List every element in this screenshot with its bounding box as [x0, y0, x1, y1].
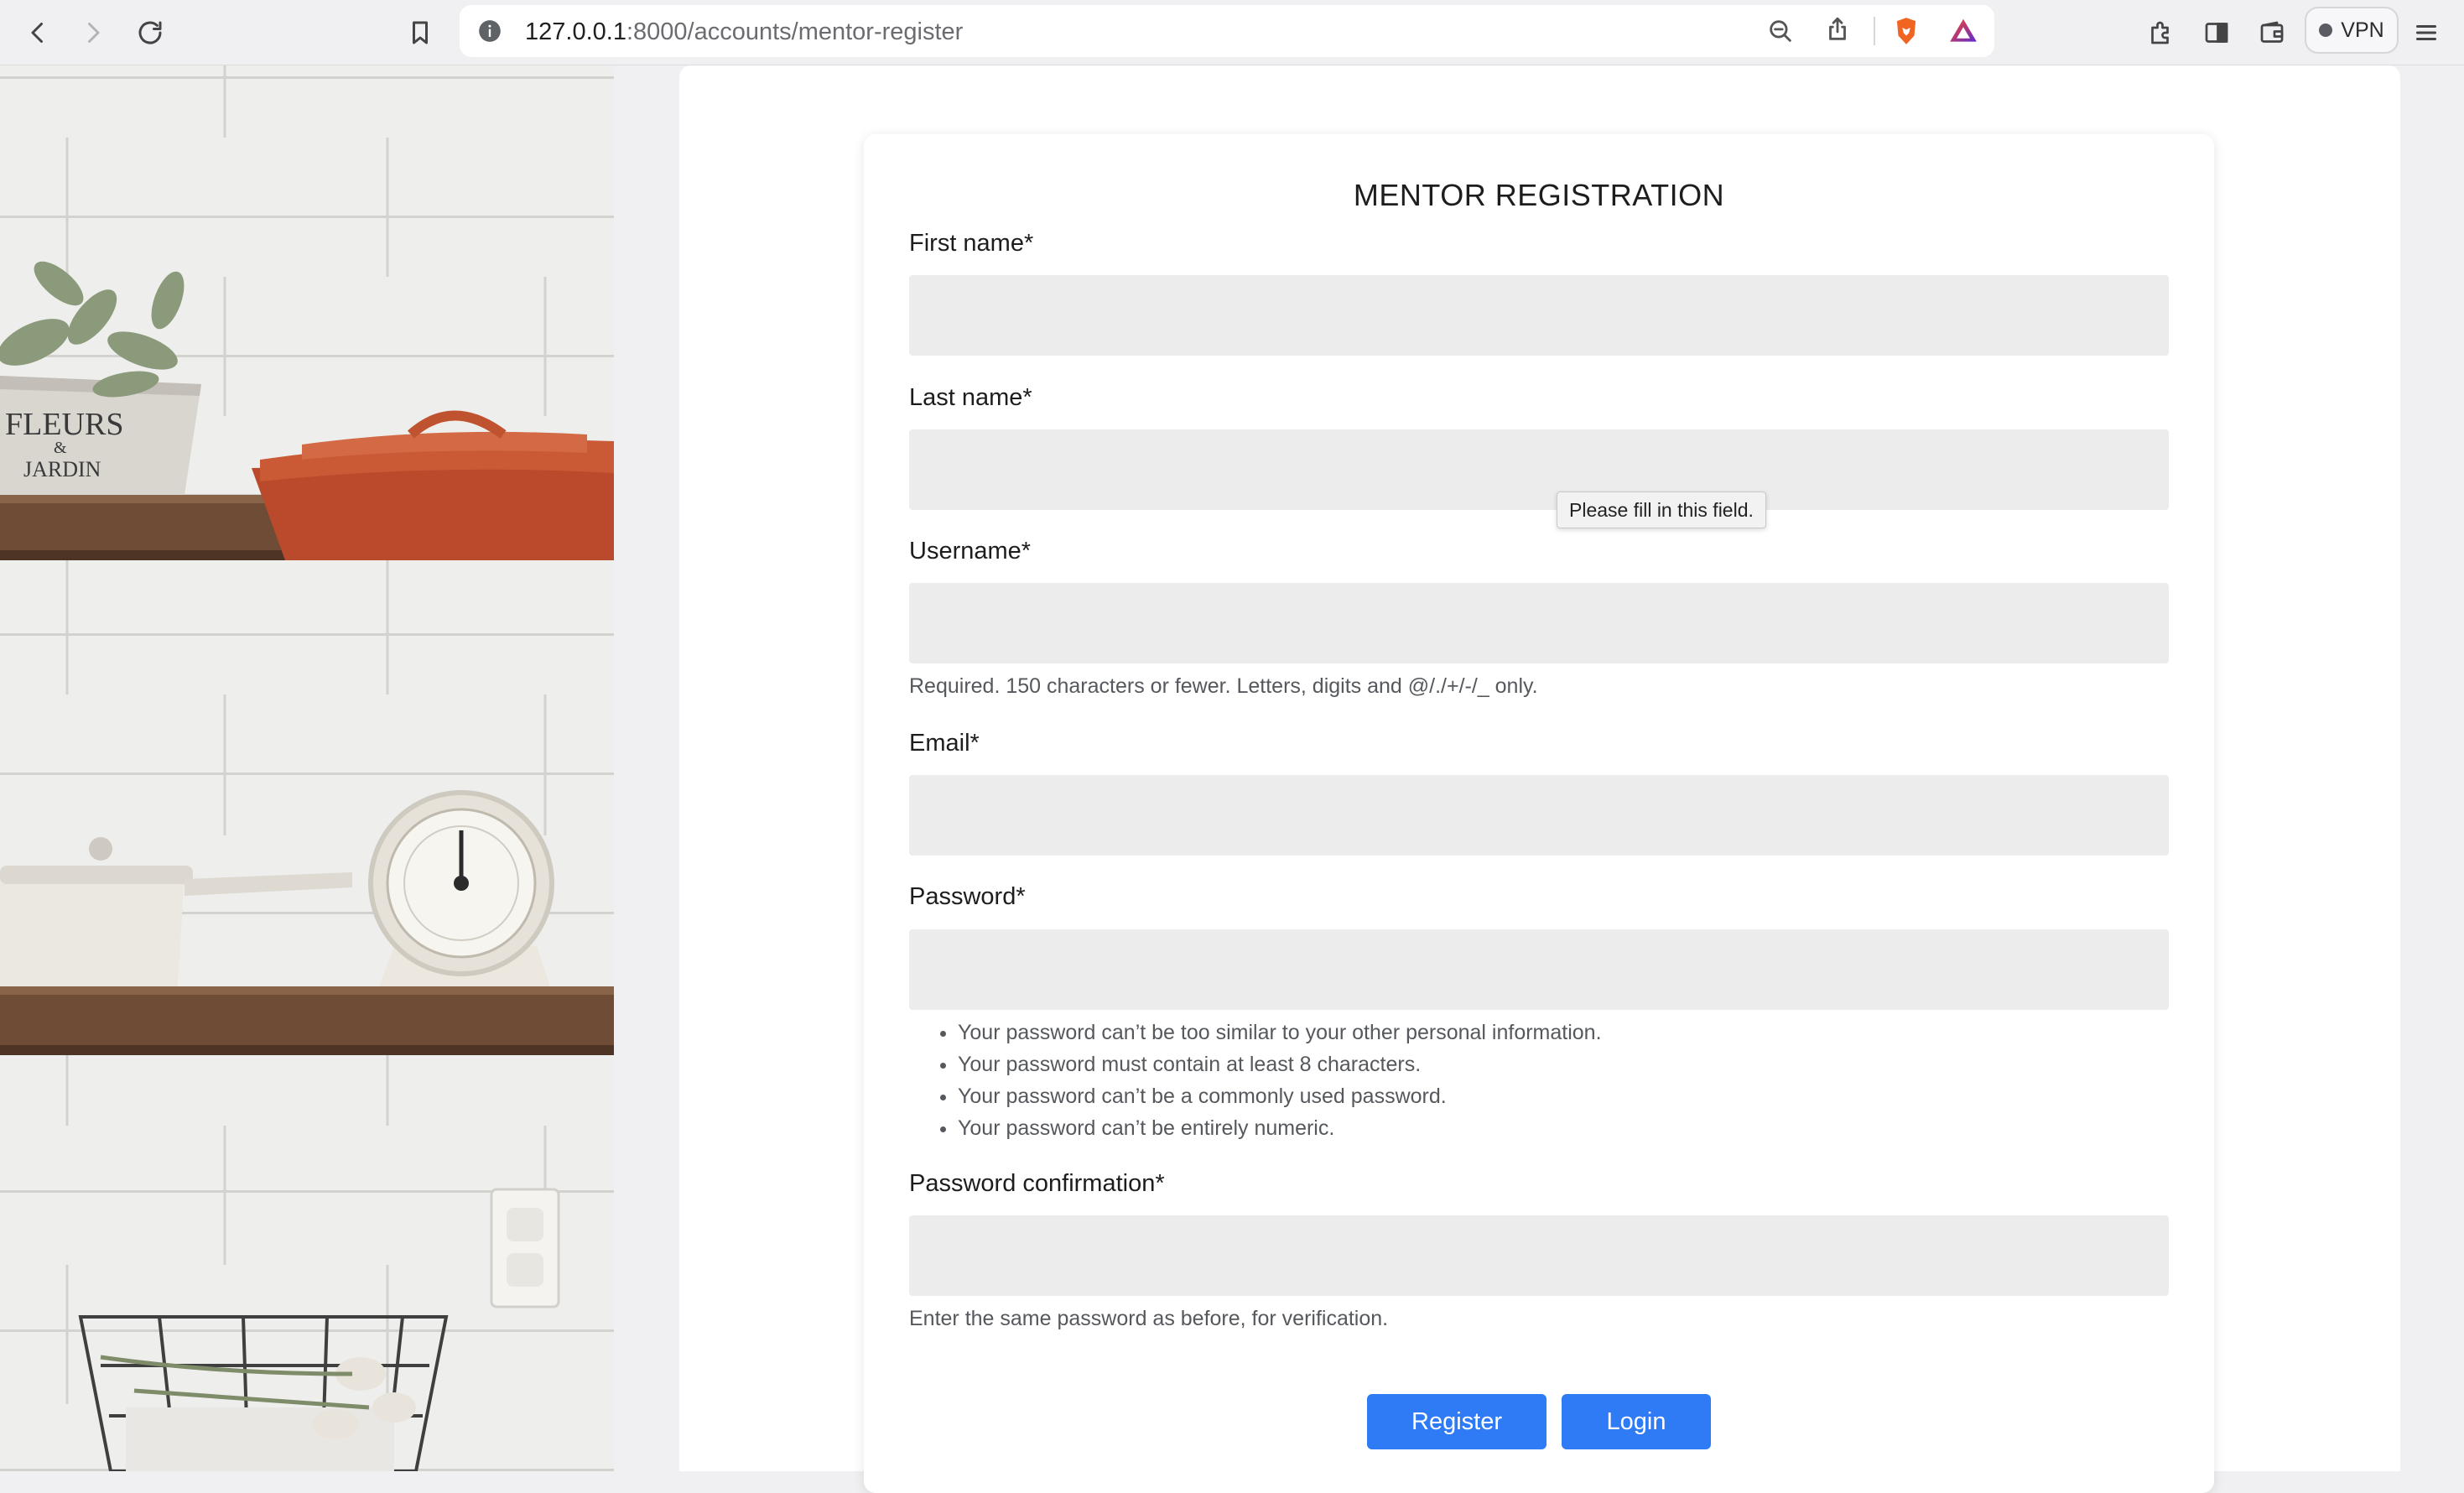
vpn-status-icon	[2319, 23, 2333, 37]
password-rules-list: Your password can’t be too similar to yo…	[909, 1017, 1602, 1144]
validation-tooltip: Please fill in this field.	[1557, 492, 1766, 528]
menu-icon[interactable]	[2405, 12, 2447, 54]
first-name-label: First name*	[909, 230, 1034, 257]
share-icon[interactable]	[1823, 15, 1852, 44]
reload-icon[interactable]	[129, 12, 171, 54]
login-button[interactable]: Login	[1562, 1394, 1711, 1449]
kitchen-shelf-photo: FLEURS & JARDIN	[0, 65, 614, 1471]
username-help-text: Required. 150 characters or fewer. Lette…	[909, 674, 1538, 698]
password-rule: Your password can’t be too similar to yo…	[958, 1017, 1602, 1048]
url-text[interactable]: 127.0.0.1:8000/accounts/mentor-register	[525, 18, 963, 46]
kitchen-shelf-illustration: FLEURS & JARDIN	[0, 65, 614, 1471]
last-name-input[interactable]	[909, 429, 2169, 510]
email-label: Email*	[909, 730, 980, 757]
extensions-icon[interactable]	[2140, 12, 2182, 54]
zoom-out-icon[interactable]	[1766, 17, 1795, 45]
pot-text-top: FLEURS	[5, 407, 123, 442]
password-confirmation-input[interactable]	[909, 1215, 2169, 1296]
brave-shields-icon[interactable]	[1890, 15, 1922, 47]
forward-icon[interactable]	[72, 12, 114, 54]
vpn-button[interactable]: VPN	[2305, 7, 2399, 54]
first-name-input[interactable]	[909, 275, 2169, 356]
registration-card: MENTOR REGISTRATION First name* Last nam…	[864, 134, 2214, 1493]
register-button[interactable]: Register	[1367, 1394, 1546, 1449]
password-confirmation-help-text: Enter the same password as before, for v…	[909, 1307, 1389, 1330]
browser-toolbar: 127.0.0.1:8000/accounts/mentor-register …	[0, 0, 2464, 65]
url-path: :8000/accounts/mentor-register	[626, 18, 964, 45]
pot-text-mid: &	[54, 439, 67, 457]
password-rule: Your password must contain at least 8 ch…	[958, 1048, 1602, 1080]
username-input[interactable]	[909, 583, 2169, 663]
bookmark-icon[interactable]	[399, 12, 441, 54]
password-rule: Your password can’t be entirely numeric.	[958, 1112, 1602, 1144]
info-icon[interactable]	[478, 19, 502, 43]
last-name-label: Last name*	[909, 384, 1032, 411]
username-label: Username*	[909, 538, 1032, 564]
vpn-label: VPN	[2341, 18, 2384, 42]
password-rule: Your password can’t be a commonly used p…	[958, 1080, 1602, 1112]
toolbar-divider	[1874, 17, 1875, 45]
password-input[interactable]	[909, 929, 2169, 1010]
pot-text-bottom: JARDIN	[23, 457, 101, 481]
email-input[interactable]	[909, 775, 2169, 856]
sidebar-icon[interactable]	[2196, 12, 2238, 54]
url-host: 127.0.0.1	[525, 18, 626, 45]
wallet-icon[interactable]	[2251, 12, 2293, 54]
page-title: MENTOR REGISTRATION	[1353, 178, 1725, 212]
brave-rewards-icon[interactable]	[1947, 15, 1979, 47]
back-icon[interactable]	[17, 12, 59, 54]
password-label: Password*	[909, 883, 1026, 910]
address-bar[interactable]: 127.0.0.1:8000/accounts/mentor-register	[460, 5, 1994, 57]
password-confirmation-label: Password confirmation*	[909, 1170, 1165, 1197]
